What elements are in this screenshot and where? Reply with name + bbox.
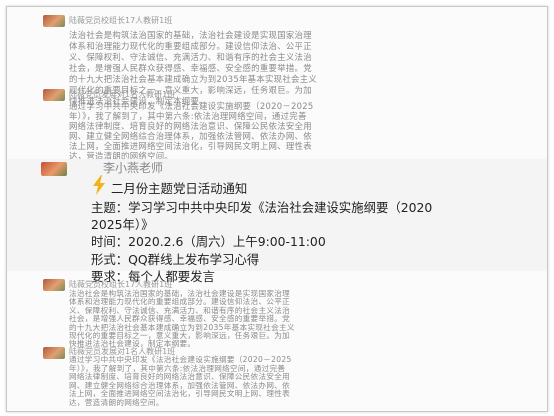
user-avatar[interactable] xyxy=(43,347,65,359)
sender-name: 陆薇党员校组长17人教研1班 xyxy=(69,16,173,25)
notice-theme: 主题：学习学习中共中央印发《法治社会建设实施纲要（2020 xyxy=(91,200,433,215)
teacher-avatar[interactable] xyxy=(41,162,67,176)
screenshot-frame: 陆薇党员校组长17人教研1班 法治社会是构筑法治国家的基础，法治社会建设是实现国… xyxy=(6,6,548,412)
lightning-icon xyxy=(93,175,105,195)
notice-form: 形式：QQ群线上发布学习心得 xyxy=(91,252,260,267)
message-line: 达，营造清朗的网络空间。 xyxy=(69,398,164,407)
user-avatar[interactable] xyxy=(43,89,65,101)
notice-message[interactable]: 李小燕老师 二月份主题党日活动通知 主题：学习学习中共中央印发《法治社会建设实施… xyxy=(7,159,547,284)
notice-title: 二月份主题党日活动通知 xyxy=(111,181,248,196)
sender-name: 陆薇党员发展对1名人教研1班 xyxy=(69,90,176,99)
notice-theme-continued: 2025年）》 xyxy=(91,217,154,232)
user-avatar[interactable] xyxy=(43,279,65,291)
sender-name: 李小燕老师 xyxy=(103,161,164,175)
notice-time: 时间：2020.2.6（周六）上午9:00-11:00 xyxy=(91,234,326,249)
user-avatar[interactable] xyxy=(43,15,65,27)
